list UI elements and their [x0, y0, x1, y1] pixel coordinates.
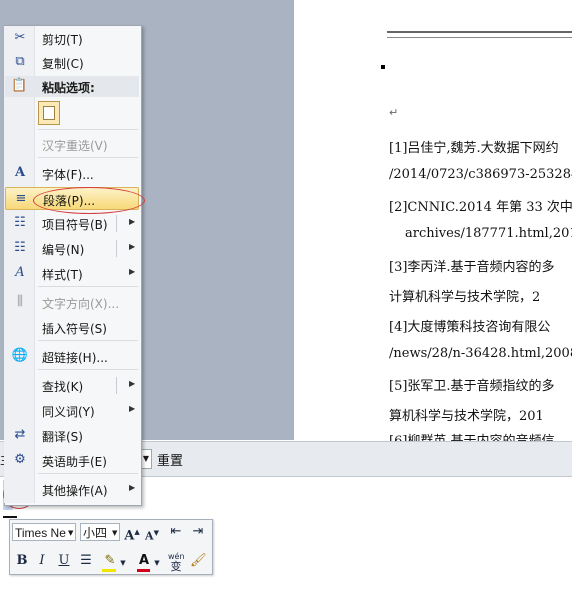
- menu-label: 样式(T): [42, 268, 83, 282]
- menu-label: 汉字重选(V): [42, 139, 108, 153]
- document-page[interactable]: [294, 0, 572, 440]
- menu-label: 粘贴选项:: [42, 81, 95, 95]
- shrink-font-icon: A: [145, 529, 154, 543]
- submenu-arrow-icon: ▶: [129, 404, 136, 413]
- translate-icon: ⇄: [14, 427, 26, 442]
- split-divider: [116, 215, 117, 232]
- phonetic-guide-char: 变: [170, 560, 182, 573]
- copy-icon: ⧉: [15, 54, 25, 69]
- clipboard-icon: 📋: [11, 78, 28, 93]
- bullet-dot: [381, 65, 385, 69]
- globe-link-icon: 🌐: [11, 348, 29, 363]
- bold-button[interactable]: B: [14, 553, 30, 569]
- menu-item-styles[interactable]: A 样式(T) ▶: [5, 262, 139, 285]
- reference-line[interactable]: [5]张军卫.基于音频指纹的多: [389, 375, 555, 394]
- reference-line[interactable]: [3]李丙洋.基于音频内容的多: [389, 256, 555, 275]
- submenu-arrow-icon: ▶: [129, 379, 136, 388]
- numbering-icon: ☷: [14, 240, 26, 255]
- menu-separator: [38, 129, 138, 130]
- menu-label: 查找(K): [42, 380, 84, 394]
- menu-separator: [38, 340, 138, 341]
- reference-line[interactable]: archives/187771.html,2014: [405, 226, 572, 241]
- menu-item-cut[interactable]: ✂ 剪切(T): [5, 27, 139, 50]
- font-name-combo[interactable]: Times Ne: [12, 523, 76, 541]
- submenu-arrow-icon: ▶: [129, 217, 136, 226]
- menu-item-hyperlink[interactable]: 🌐 超链接(H)...: [5, 345, 139, 368]
- paragraph-mark: ↵: [389, 106, 399, 119]
- menu-item-translate[interactable]: ⇄ 翻译(S): [5, 424, 139, 447]
- menu-label: 翻译(S): [42, 430, 83, 444]
- italic-button[interactable]: I: [34, 553, 50, 569]
- reference-line[interactable]: 算机科学与技术学院，201: [389, 405, 544, 424]
- menu-item-copy[interactable]: ⧉ 复制(C): [5, 51, 139, 74]
- menu-item-synonyms[interactable]: 同义词(Y) ▶: [5, 399, 139, 422]
- annotation-ellipse-paragraph: [33, 187, 145, 214]
- split-divider: [116, 377, 117, 394]
- menu-label: 项目符号(B): [42, 218, 108, 232]
- menu-label: 英语助手(E): [42, 455, 107, 469]
- text-direction-icon: ⫼: [17, 294, 23, 309]
- english-assistant-icon: ⚙: [14, 452, 26, 467]
- highlight-icon[interactable]: ✎: [102, 553, 118, 569]
- font-color-button[interactable]: A: [136, 553, 152, 569]
- menu-item-numbering[interactable]: ☷ 编号(N) ▶: [5, 237, 139, 260]
- submenu-arrow-icon: ▶: [129, 267, 136, 276]
- menu-separator: [38, 369, 138, 370]
- text-cursor: [3, 516, 17, 518]
- font-name-dropdown-icon[interactable]: ▼: [68, 529, 73, 537]
- submenu-arrow-icon: ▶: [129, 483, 136, 492]
- menu-item-english-assistant[interactable]: ⚙ 英语助手(E): [5, 449, 139, 472]
- menu-label: 字体(F)...: [42, 168, 94, 182]
- paste-options-header: 📋 粘贴选项:: [5, 76, 139, 97]
- scissors-icon: ✂: [14, 30, 26, 45]
- menu-label: 插入符号(S): [42, 322, 107, 336]
- reference-line[interactable]: [4]大度博策科技咨询有限公: [389, 316, 550, 335]
- reference-line[interactable]: 计算机科学与技术学院，2: [389, 286, 540, 305]
- menu-label: 文字方向(X)...: [42, 297, 120, 311]
- submenu-arrow-icon: ▶: [129, 242, 136, 251]
- font-size-dropdown-icon[interactable]: ▼: [112, 529, 117, 537]
- reference-line[interactable]: /news/28/n-36428.html,2008: [389, 346, 572, 361]
- menu-separator: [38, 286, 138, 287]
- menu-item-bullets[interactable]: ☷ 项目符号(B) ▶: [5, 212, 139, 235]
- menu-item-font[interactable]: A 字体(F)...: [5, 162, 139, 185]
- header-rule: [387, 31, 572, 38]
- paragraph-icon: ≡: [15, 191, 27, 206]
- menu-label: 其他操作(A): [42, 484, 108, 498]
- reset-button[interactable]: 重置: [157, 450, 183, 469]
- menu-item-other-actions[interactable]: 其他操作(A) ▶: [5, 478, 139, 501]
- grow-font-icon: A: [124, 528, 135, 544]
- font-icon: A: [14, 165, 26, 180]
- menu-item-text-direction[interactable]: ⫼ 文字方向(X)...: [5, 291, 139, 314]
- menu-label: 超链接(H)...: [42, 351, 108, 365]
- menu-item-insert-symbol[interactable]: 插入符号(S): [5, 316, 139, 339]
- increase-indent-icon[interactable]: ⇥: [190, 524, 206, 540]
- menu-separator: [38, 157, 138, 158]
- underline-button[interactable]: U: [56, 553, 72, 569]
- grow-font-button[interactable]: A▲: [124, 524, 140, 544]
- reference-line[interactable]: /2014/0723/c386973-2532848: [389, 167, 572, 182]
- menu-label: 复制(C): [42, 57, 84, 71]
- reference-line[interactable]: [1]吕佳宁,魏芳.大数据下网约: [389, 137, 559, 156]
- bullets-icon: ☷: [14, 215, 26, 230]
- highlight-dropdown-icon[interactable]: ▼: [119, 555, 127, 571]
- font-color-dropdown-icon[interactable]: ▼: [153, 555, 161, 571]
- decrease-indent-icon[interactable]: ⇤: [168, 524, 184, 540]
- menu-label: 同义词(Y): [42, 405, 95, 419]
- menu-item-hanzi-reselect[interactable]: 汉字重选(V): [5, 133, 139, 156]
- menu-label: 剪切(T): [42, 33, 83, 47]
- paste-page-icon: [43, 106, 55, 120]
- menu-label: 编号(N): [42, 243, 85, 257]
- center-align-icon[interactable]: ☰: [78, 553, 94, 569]
- format-painter-icon[interactable]: 🖌: [190, 553, 207, 569]
- phonetic-guide-button[interactable]: wén 变: [168, 551, 185, 573]
- split-divider: [116, 240, 117, 257]
- shrink-font-button[interactable]: A▼: [144, 525, 160, 545]
- menu-item-find[interactable]: 查找(K) ▶: [5, 374, 139, 397]
- styles-icon: A: [15, 265, 25, 280]
- menu-separator: [38, 473, 138, 474]
- highlight-color-swatch: [102, 569, 116, 572]
- reference-line[interactable]: [2]CNNIC.2014 年第 33 次中: [389, 196, 572, 215]
- font-color-swatch: [137, 569, 150, 572]
